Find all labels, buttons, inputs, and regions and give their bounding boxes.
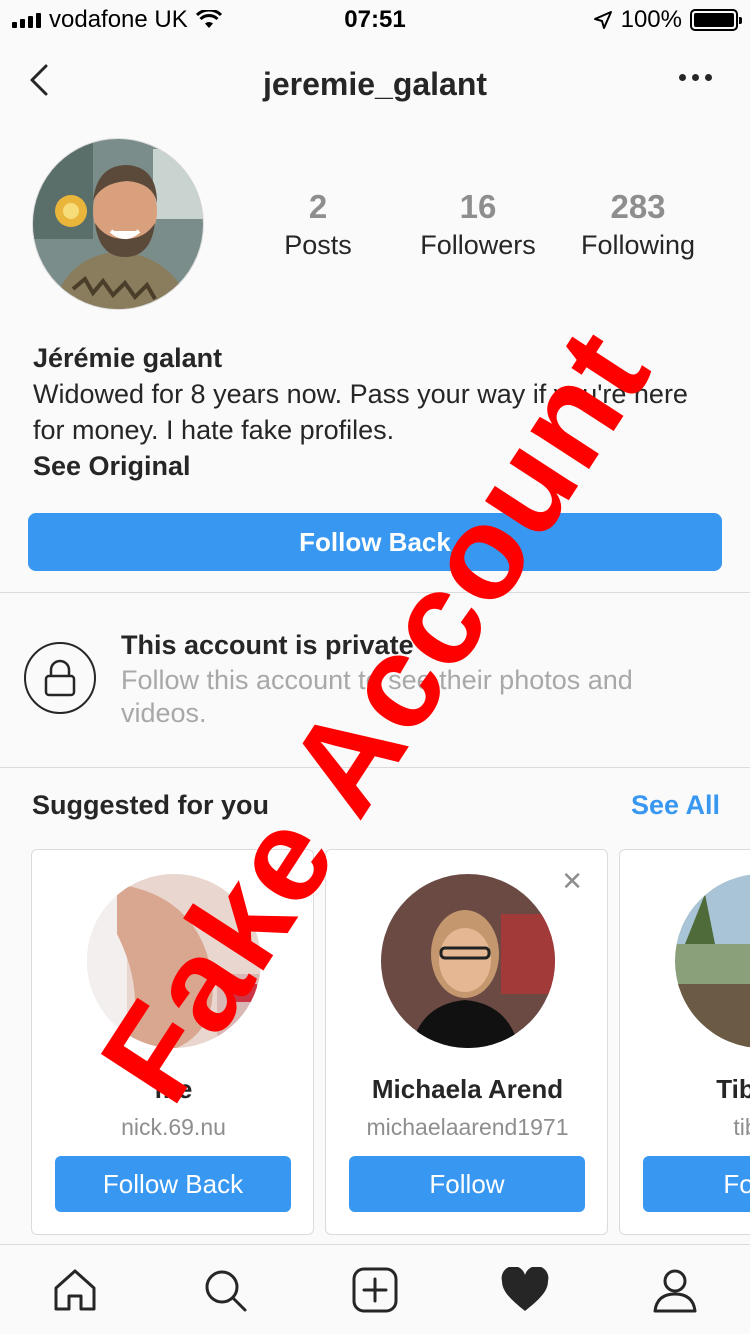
suggestion-card[interactable]: ✕ me nick.69.nu Follow Back	[31, 849, 314, 1235]
suggestion-name: me	[154, 1074, 193, 1104]
divider	[0, 767, 750, 768]
lock-icon	[24, 642, 96, 714]
suggestion-username: nick.69.nu	[121, 1114, 226, 1140]
profile-icon[interactable]	[645, 1260, 705, 1320]
suggestion-photo-image	[675, 874, 750, 1048]
divider	[0, 592, 750, 593]
back-chevron-icon[interactable]	[22, 60, 62, 100]
more-options-icon[interactable]	[679, 74, 712, 81]
profile-stats: 2 Posts 16 Followers 283 Following	[238, 186, 718, 262]
status-left: vodafone UK	[12, 6, 222, 34]
see-original-link[interactable]: See Original	[33, 448, 713, 484]
suggested-header: Suggested for you See All	[32, 790, 720, 821]
profile-display-name: Jérémie galant	[33, 343, 223, 373]
signal-icon	[12, 12, 41, 28]
suggestion-username: michaelaarend1971	[366, 1114, 569, 1140]
location-arrow-icon	[593, 11, 612, 29]
stat-posts[interactable]: 2 Posts	[238, 186, 398, 262]
suggestion-name: Tibor C	[716, 1074, 750, 1104]
profile-bio-text: Widowed for 8 years now. Pass your way i…	[33, 379, 688, 445]
suggestion-carousel[interactable]: ✕ me nick.69.nu Follow Back ✕ Michaela A…	[31, 849, 750, 1235]
wifi-icon	[195, 10, 222, 28]
search-icon[interactable]	[195, 1260, 255, 1320]
status-right: 100%	[593, 6, 742, 34]
suggested-title: Suggested for you	[32, 790, 270, 820]
stat-followers[interactable]: 16 Followers	[398, 186, 558, 262]
stat-followers-count: 16	[459, 188, 497, 225]
suggestion-photo-image	[381, 874, 555, 1048]
suggestion-avatar[interactable]	[675, 874, 750, 1048]
activity-heart-icon[interactable]	[495, 1260, 555, 1320]
add-post-icon[interactable]	[345, 1260, 405, 1320]
battery-percent: 100%	[620, 6, 682, 33]
suggestion-username: tiborc	[733, 1114, 750, 1140]
suggestion-avatar[interactable]	[87, 874, 261, 1048]
status-bar: vodafone UK 07:51 100%	[0, 0, 750, 40]
follow-back-button[interactable]: Follow Back	[28, 513, 722, 571]
follow-button[interactable]: Follow	[643, 1156, 750, 1212]
dismiss-icon[interactable]: ✕	[267, 868, 289, 894]
profile-bio: Jérémie galant Widowed for 8 years now. …	[33, 340, 713, 484]
profile-header-bar: jeremie_galant	[0, 44, 750, 124]
stat-posts-count: 2	[308, 188, 328, 225]
see-all-link[interactable]: See All	[631, 790, 720, 821]
stat-following-count: 283	[610, 188, 666, 225]
profile-username-title: jeremie_galant	[262, 65, 488, 102]
bottom-tab-bar	[0, 1244, 750, 1334]
profile-avatar[interactable]	[32, 138, 204, 310]
stat-following-label: Following	[580, 230, 696, 260]
private-title: This account is private	[121, 630, 414, 660]
battery-icon	[690, 9, 742, 31]
follow-button[interactable]: Follow	[349, 1156, 585, 1212]
private-subtitle: Follow this account to see their photos …	[121, 665, 633, 728]
private-account-notice: This account is private Follow this acco…	[0, 620, 750, 740]
stat-following[interactable]: 283 Following	[558, 186, 718, 262]
home-icon[interactable]	[45, 1260, 105, 1320]
dismiss-icon[interactable]: ✕	[561, 868, 583, 894]
profile-photo-image	[33, 139, 203, 309]
suggestion-avatar[interactable]	[381, 874, 555, 1048]
stat-posts-label: Posts	[284, 230, 352, 260]
suggestion-card[interactable]: ✕ Michaela Arend michaelaarend1971 Follo…	[325, 849, 608, 1235]
follow-back-button[interactable]: Follow Back	[55, 1156, 291, 1212]
suggestion-photo-image	[87, 874, 261, 1048]
stat-followers-label: Followers	[420, 230, 536, 260]
carrier-label: vodafone UK	[49, 6, 188, 33]
suggestion-name: Michaela Arend	[371, 1074, 564, 1104]
suggestion-card[interactable]: Tibor C tiborc Follow	[619, 849, 750, 1235]
